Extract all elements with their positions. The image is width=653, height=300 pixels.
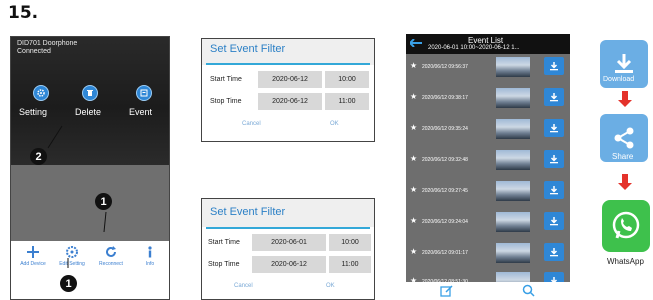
arrow-down-icon	[618, 91, 632, 107]
event-timestamp: 2020/06/12 09:27:45	[422, 188, 468, 194]
start-time-field[interactable]: 10:00	[329, 234, 371, 251]
dialog-title: Set Event Filter	[210, 43, 286, 55]
stop-date-field[interactable]: 2020-06-12	[258, 93, 322, 110]
cancel-button[interactable]: Cancel	[234, 283, 253, 289]
share-label: Share	[612, 152, 634, 161]
star-icon[interactable]: ★	[410, 185, 417, 194]
event-filter-dialog: Set Event Filter Start Time 2020-06-12 1…	[201, 38, 375, 142]
download-icon	[550, 155, 558, 164]
event-thumbnail[interactable]	[496, 119, 530, 139]
share-icon	[614, 127, 634, 149]
back-arrow-icon[interactable]	[410, 39, 422, 47]
download-icon	[550, 248, 558, 257]
stop-date-field[interactable]: 2020-06-12	[252, 256, 326, 273]
dialog-title: Set Event Filter	[210, 206, 286, 218]
stop-time-field[interactable]: 11:00	[329, 256, 371, 273]
start-time-field[interactable]: 10:00	[325, 71, 369, 88]
event-list-screen: Event List 2020-06-01 10:00~2020-06-12 1…	[406, 34, 570, 300]
whatsapp-tile[interactable]	[602, 200, 650, 252]
whatsapp-icon	[612, 211, 640, 239]
arrow-down-icon	[618, 174, 632, 190]
download-button[interactable]	[544, 212, 564, 230]
download-icon	[550, 62, 558, 71]
download-button[interactable]	[544, 243, 564, 261]
event-list-footer	[406, 282, 570, 300]
event-thumbnail[interactable]	[496, 181, 530, 201]
star-icon[interactable]: ★	[410, 154, 417, 163]
event-timestamp: 2020/06/12 09:38:17	[422, 95, 468, 101]
start-date-field[interactable]: 2020-06-12	[258, 71, 322, 88]
event-row[interactable]: ★ 2020/06/12 09:24:04	[406, 210, 570, 235]
download-icon	[550, 217, 558, 226]
stop-time-field[interactable]: 11:00	[325, 93, 369, 110]
download-icon	[550, 186, 558, 195]
whatsapp-label: WhatsApp	[607, 257, 644, 266]
star-icon[interactable]: ★	[410, 92, 417, 101]
event-thumbnail[interactable]	[496, 150, 530, 170]
download-button[interactable]	[544, 181, 564, 199]
edit-icon[interactable]	[440, 285, 454, 297]
step-number: 15.	[8, 3, 39, 23]
download-button[interactable]	[544, 88, 564, 106]
download-label: Download	[603, 76, 635, 83]
callout-badge-2: 2	[30, 148, 47, 165]
title-divider	[206, 227, 370, 229]
download-icon	[550, 124, 558, 133]
event-row[interactable]: ★ 2020/06/12 09:01:17	[406, 241, 570, 266]
stop-time-label: Stop Time	[210, 98, 242, 105]
event-thumbnail[interactable]	[496, 212, 530, 232]
event-thumbnail[interactable]	[496, 88, 530, 108]
ok-button[interactable]: OK	[326, 283, 335, 289]
event-list-range: 2020-06-01 10:00~2020-06-12 1...	[428, 45, 520, 51]
search-icon[interactable]	[522, 284, 535, 297]
download-button[interactable]	[544, 150, 564, 168]
star-icon[interactable]: ★	[410, 216, 417, 225]
stop-time-label: Stop Time	[208, 261, 240, 268]
start-time-label: Start Time	[208, 239, 240, 246]
event-timestamp: 2020/06/12 09:24:04	[422, 219, 468, 225]
callout-lines	[47, 125, 107, 268]
event-timestamp: 2020/06/12 09:32:48	[422, 157, 468, 163]
star-icon[interactable]: ★	[410, 123, 417, 132]
event-thumbnail[interactable]	[496, 57, 530, 77]
event-thumbnail[interactable]	[496, 243, 530, 263]
star-icon[interactable]: ★	[410, 61, 417, 70]
event-row[interactable]: ★ 2020/06/12 09:35:24	[406, 117, 570, 142]
start-date-field[interactable]: 2020-06-01	[252, 234, 326, 251]
event-row[interactable]: ★ 2020/06/12 09:27:45	[406, 179, 570, 204]
event-row[interactable]: ★ 2020/06/12 09:32:48	[406, 148, 570, 173]
event-timestamp: 2020/06/12 09:35:24	[422, 126, 468, 132]
event-filter-dialog: Set Event Filter Start Time 2020-06-01 1…	[201, 198, 375, 300]
cancel-button[interactable]: Cancel	[242, 121, 261, 127]
ok-button[interactable]: OK	[330, 121, 339, 127]
event-row[interactable]: ★ 2020/06/12 09:38:17	[406, 86, 570, 111]
download-button[interactable]	[544, 119, 564, 137]
event-timestamp: 2020/06/12 09:01:17	[422, 250, 468, 256]
start-time-label: Start Time	[210, 76, 242, 83]
download-icon	[615, 54, 633, 73]
title-divider	[206, 63, 370, 65]
event-list-header: Event List 2020-06-01 10:00~2020-06-12 1…	[406, 34, 570, 54]
star-icon[interactable]: ★	[410, 247, 417, 256]
event-row[interactable]: ★ 2020/06/12 09:56:37	[406, 55, 570, 80]
download-button[interactable]	[544, 57, 564, 75]
event-timestamp: 2020/06/12 09:56:37	[422, 64, 468, 70]
callout-badge-1: 1	[95, 193, 112, 210]
event-list-title: Event List	[468, 36, 504, 45]
download-icon	[550, 93, 558, 102]
callout-badge-1: 1	[60, 275, 77, 292]
